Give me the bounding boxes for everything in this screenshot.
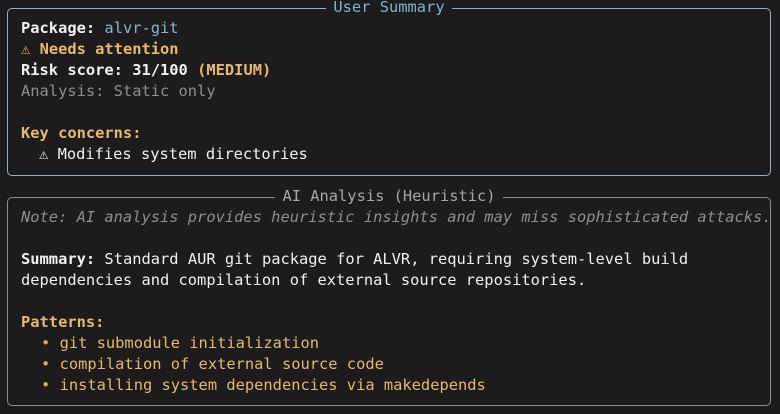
analysis-mode: Analysis: Static only — [21, 82, 216, 100]
summary-line-1: Summary: Standard AUR git package for AL… — [21, 249, 770, 270]
package-name: alvr-git — [104, 19, 179, 37]
package-line: Package: alvr-git — [21, 18, 770, 39]
patterns-heading: Patterns: — [21, 313, 105, 331]
risk-level-badge: (MEDIUM) — [197, 61, 272, 79]
bullet-icon: • — [41, 334, 51, 352]
pattern-item: • installing system dependencies via mak… — [21, 375, 770, 396]
pattern-item: • compilation of external source code — [21, 354, 770, 375]
concern-text: Modifies system directories — [57, 145, 308, 163]
risk-value: 31/100 — [132, 61, 188, 79]
concern-item: ⚠ Modifies system directories — [21, 144, 770, 165]
bullet-icon: • — [41, 355, 51, 373]
ai-analysis-panel: AI Analysis (Heuristic) Note: AI analysi… — [7, 187, 772, 406]
warning-icon: ⚠ — [39, 145, 49, 163]
pattern-text: installing system dependencies via maked… — [59, 376, 486, 394]
summary-line-2: dependencies and compilation of external… — [21, 271, 587, 289]
pattern-text: git submodule initialization — [59, 334, 320, 352]
warning-icon: ⚠ — [21, 40, 31, 58]
ai-analysis-title: AI Analysis (Heuristic) — [8, 186, 770, 207]
user-summary-panel: User Summary Package: alvr-git ⚠ Needs a… — [7, 0, 771, 176]
bullet-icon: • — [41, 376, 51, 394]
key-concerns-heading: Key concerns: — [21, 124, 142, 142]
attention-text: Needs attention — [39, 40, 179, 58]
attention-line: ⚠ Needs attention — [21, 39, 770, 60]
risk-score-line: Risk score: 31/100 (MEDIUM) — [21, 60, 770, 81]
summary-label: Summary: — [21, 250, 96, 268]
ai-disclaimer-note: Note: AI analysis provides heuristic ins… — [21, 208, 772, 226]
summary-text-1: Standard AUR git package for ALVR, requi… — [104, 250, 689, 268]
pattern-item: • git submodule initialization — [21, 333, 770, 354]
pattern-text: compilation of external source code — [59, 355, 384, 373]
user-summary-title: User Summary — [8, 0, 770, 18]
risk-label: Risk score: — [21, 61, 123, 79]
package-label: Package: — [21, 19, 96, 37]
